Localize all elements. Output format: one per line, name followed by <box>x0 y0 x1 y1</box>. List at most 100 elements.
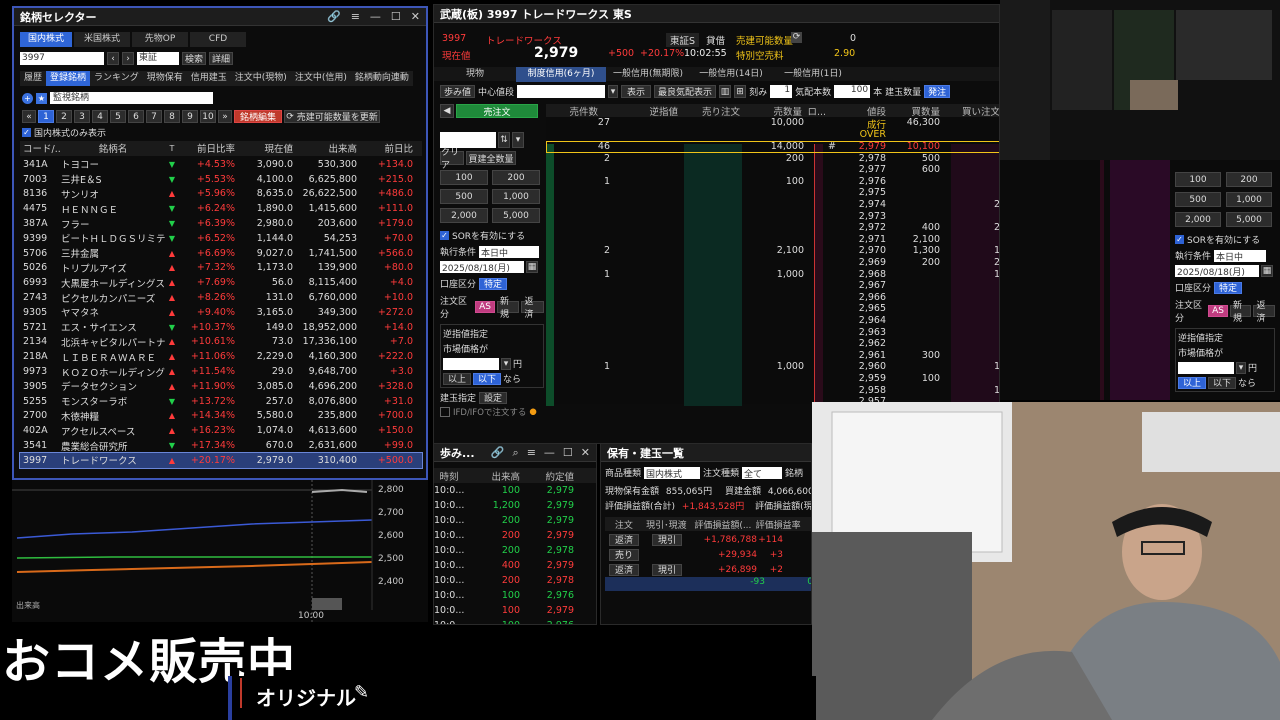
sor-checkbox[interactable]: ✓ <box>440 231 449 240</box>
tab-margin-position[interactable]: 信用建玉 <box>186 71 231 86</box>
search-button[interactable]: 検索 <box>182 52 206 65</box>
header-price[interactable]: 現在値 <box>235 141 293 155</box>
qty-5000-button[interactable]: 5,000 <box>492 208 540 223</box>
header-trend[interactable]: T <box>165 144 179 153</box>
board-row[interactable]: 46 14,000 2,979 10,100 # <box>546 141 999 153</box>
page-4[interactable]: 4 <box>92 110 108 123</box>
maximize-icon[interactable]: ☐ <box>563 446 573 460</box>
qty-500-button[interactable]: 500 <box>1175 192 1221 207</box>
tab-history[interactable]: 履歴 <box>20 71 47 86</box>
board-row[interactable]: 2,966 <box>546 292 999 304</box>
tab-cash[interactable]: 現物 <box>434 67 516 82</box>
board-row[interactable]: 2,958 <box>546 385 999 397</box>
calendar-icon[interactable]: ▦ <box>1261 265 1273 277</box>
menu-icon[interactable]: ≡ <box>351 10 360 23</box>
page-9[interactable]: 9 <box>182 110 198 123</box>
center-dropdown-icon[interactable]: ▾ <box>608 85 619 98</box>
dropdown-icon[interactable]: ▾ <box>512 132 524 148</box>
page-10[interactable]: 10 <box>200 110 216 123</box>
tab-cfd[interactable]: CFD <box>190 32 246 47</box>
board-row[interactable]: 2,974 <box>546 199 999 211</box>
board-row[interactable]: 2,972 400 <box>546 222 999 234</box>
layout-icon[interactable]: ▥ <box>719 85 732 98</box>
ifd-checkbox[interactable] <box>440 407 450 417</box>
sell-order-button[interactable]: 売注文 <box>456 104 538 118</box>
market-order-row[interactable]: 27 10,000 成行 46,300 <box>546 117 999 131</box>
tab-order-margin[interactable]: 注文中(信用) <box>290 71 351 86</box>
table-row[interactable]: 218A ＬＩＢＥＲＡＷＡＲＥ ▲ +11.06% 2,229.0 4,160,300 +2… <box>20 349 422 364</box>
table-row[interactable]: 9973 ＫＯＺＯホールディングス ▲ +11.54% 29.0 9,648,700 +3.… <box>20 364 422 379</box>
ayumi-button[interactable]: 歩み値 <box>440 85 476 98</box>
acct-specific-button[interactable]: 特定 <box>1214 281 1243 294</box>
table-row[interactable]: 6993 大黒屋ホールディングス ▲ +7.69% 56.0 8,115,400 +4.0 <box>20 275 422 290</box>
add-icon[interactable]: + <box>22 92 33 104</box>
header-name[interactable]: 銘柄名 <box>61 141 165 155</box>
tab-registered[interactable]: 登録銘柄 <box>46 71 91 86</box>
below-button[interactable]: 以下 <box>473 372 502 385</box>
tab-system-credit[interactable]: 制度信用(6ヶ月) <box>516 67 606 82</box>
table-row[interactable]: 5026 トリプルアイズ ▲ +7.32% 1,173.0 139,900 +80.0 <box>20 261 422 276</box>
close-icon[interactable]: ✕ <box>411 10 420 23</box>
table-row[interactable]: 4475 ＨＥＮＮＧＥ ▼ +6.24% 1,890.0 1,415,600 +111.0 <box>20 201 422 216</box>
page-8[interactable]: 8 <box>164 110 180 123</box>
detail-button[interactable]: 詳細 <box>209 52 233 65</box>
page-first-icon[interactable]: « <box>22 110 36 123</box>
board-row[interactable]: 2,959 100 <box>546 373 999 385</box>
holdings-titlebar[interactable]: 保有・建玉一覧 <box>601 444 811 462</box>
qty-200-button[interactable]: 200 <box>492 170 540 185</box>
board-titlebar[interactable]: 武蔵(板) 3997 トレードワークス 東S <box>434 5 999 23</box>
close-button[interactable]: 返済 <box>1253 301 1275 324</box>
board-row[interactable]: 2,965 <box>546 303 999 315</box>
board-row[interactable]: 2,967 <box>546 280 999 292</box>
as-button[interactable]: AS <box>1208 305 1228 317</box>
center-price-input[interactable] <box>517 85 606 98</box>
page-7[interactable]: 7 <box>146 110 162 123</box>
table-row[interactable]: 2700 木徳神糧 ▲ +14.34% 5,580.0 235,800 +700.0 <box>20 409 422 424</box>
table-row[interactable]: 7003 三井E＆S ▼ +5.53% 4,100.0 6,625,800 +215.0 <box>20 172 422 187</box>
as-button[interactable]: AS <box>475 301 495 313</box>
page-6[interactable]: 6 <box>128 110 144 123</box>
oneclick-button[interactable]: 発注 <box>924 85 951 98</box>
tab-trend[interactable]: 銘柄動向連動 <box>350 71 413 86</box>
date-input[interactable]: 2025/08/18(月) <box>440 261 524 274</box>
watchlist-select[interactable]: 監視銘柄 <box>50 92 213 104</box>
acct-specific-button[interactable]: 特定 <box>479 277 508 290</box>
grid-icon[interactable]: ⊞ <box>734 85 747 98</box>
pos-set-button[interactable]: 設定 <box>479 391 508 404</box>
page-5[interactable]: 5 <box>110 110 126 123</box>
above-button[interactable]: 以上 <box>443 372 472 385</box>
tab-ranking[interactable]: ランキング <box>90 71 143 86</box>
qty-2000-button[interactable]: 2,000 <box>1175 212 1221 227</box>
board-row[interactable]: 2 200 2,978 500 <box>546 153 999 165</box>
header-volume[interactable]: 出来高 <box>293 141 357 155</box>
header-code[interactable]: コード/... <box>20 141 61 155</box>
stop-price-input[interactable] <box>443 357 499 370</box>
page-last-icon[interactable]: » <box>218 110 232 123</box>
qty-1000-button[interactable]: 1,000 <box>1226 192 1272 207</box>
link-icon[interactable]: 🔗 <box>327 10 341 23</box>
maximize-icon[interactable]: ☐ <box>391 10 401 23</box>
table-row[interactable]: 402A アクセルスペース ▲ +16.23% 1,074.0 4,613,600 +150… <box>20 423 422 438</box>
board-row[interactable]: 2,977 600 <box>546 164 999 176</box>
board-row[interactable]: 2,961 300 <box>546 350 999 362</box>
table-row[interactable]: 3997 トレードワークス ▲ +20.17% 2,979.0 310,400 +500.0 <box>19 451 423 469</box>
table-row[interactable]: 5255 モンスターラボ ▼ +13.72% 257.0 8,076,800 +31.0 <box>20 394 422 409</box>
board-row[interactable]: 2,969 200 <box>546 257 999 269</box>
tab-futures[interactable]: 先物OP <box>132 32 188 47</box>
step-select[interactable]: 1 <box>770 85 793 98</box>
star-icon[interactable]: ★ <box>36 92 47 104</box>
header-change[interactable]: 前日比 <box>357 141 413 155</box>
cond-select[interactable]: 本日中 <box>1214 249 1267 263</box>
table-row[interactable]: 3905 データセクション ▲ +11.90% 3,085.0 4,696,200 +328… <box>20 379 422 394</box>
stepper-icon[interactable]: ⇅ <box>498 132 510 148</box>
display-button[interactable]: 表示 <box>621 85 652 98</box>
code-input[interactable]: 3997 <box>20 52 104 65</box>
stop-price-input[interactable] <box>1178 361 1234 374</box>
page-3[interactable]: 3 <box>74 110 90 123</box>
qty-100-button[interactable]: 100 <box>1175 172 1221 187</box>
clear-button[interactable]: クリア <box>440 148 464 171</box>
board-row[interactable]: 2 2,100 2,970 1,300 <box>546 245 999 257</box>
board-row[interactable]: 2,963 <box>546 327 999 339</box>
tab-us[interactable]: 米国株式 <box>74 32 130 47</box>
table-row[interactable]: 2134 北浜キャピタルパートナー...▲ +10.61% 73.0 17,336,10… <box>20 335 422 350</box>
